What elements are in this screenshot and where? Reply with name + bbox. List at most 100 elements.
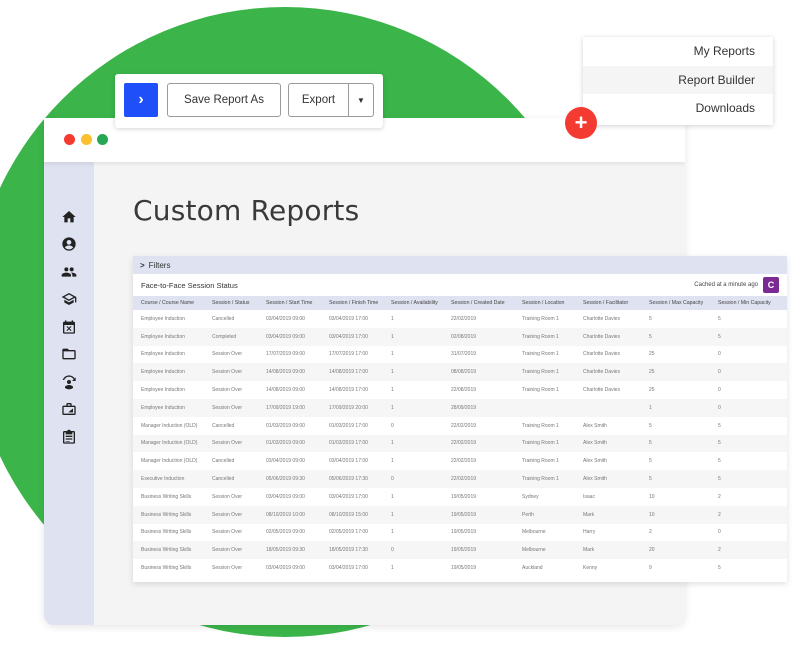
table-cell: Melbourne (514, 541, 575, 560)
table-cell (514, 398, 575, 417)
maximize-window-dot[interactable] (97, 134, 108, 145)
refresh-button[interactable]: C (763, 277, 779, 293)
group-icon[interactable] (61, 264, 77, 280)
menu-item-downloads[interactable]: Downloads (583, 94, 773, 123)
table-cell: 22/02/2019 (451, 458, 477, 465)
table-cell: 2 (649, 529, 652, 536)
table-cell: 19/05/2019 (443, 505, 514, 524)
table-cell: Business Writing Skills (141, 493, 192, 500)
column-header[interactable]: Session / Facilitator (575, 296, 641, 310)
table-row[interactable]: Employee Induction Session Over 14/08/2019… (133, 363, 787, 382)
table-cell: 5 (641, 327, 710, 346)
table-cell: Charlotte Davies (583, 315, 620, 322)
table-row[interactable]: Manager Induction (OLD) Cancelled 03/04/20… (133, 452, 787, 470)
table-row[interactable]: Business Writing Skills Session Over 08/10… (133, 505, 787, 524)
table-cell: Cancelled (204, 470, 258, 488)
table-cell: 1 (391, 315, 394, 322)
table-row[interactable]: Business Writing Skills Session Over 03/04… (133, 488, 787, 506)
report-toolbar: › Save Report As Export ▼ (115, 74, 383, 128)
table-cell: 2 (718, 493, 721, 500)
table-cell: 01/03/2019 17:00 (329, 422, 368, 429)
table-row[interactable]: Executive Induction Cancelled 05/06/2019 0… (133, 470, 787, 488)
menu-item-report-builder[interactable]: Report Builder (583, 65, 773, 94)
table-cell: Session Over (204, 363, 258, 382)
table-cell: 25 (649, 387, 655, 394)
table-cell: Employee Induction (141, 315, 185, 322)
table-cell: 1 (391, 493, 394, 500)
run-report-button[interactable]: › (124, 83, 158, 117)
briefcase-icon[interactable] (61, 401, 77, 417)
table-row[interactable]: Employee Induction Session Over 17/09/2019… (133, 398, 787, 417)
table-cell: Session Over (212, 387, 243, 394)
table-cell: 03/04/2019 17:00 (329, 493, 368, 500)
table-cell (575, 398, 641, 417)
table-row[interactable]: Employee Induction Completed 03/04/2019 09… (133, 327, 787, 346)
table-cell: Mark (575, 505, 641, 524)
table-cell: 01/03/2019 17:00 (321, 434, 383, 453)
table-cell: Completed (204, 327, 258, 346)
table-cell: Session Over (204, 398, 258, 417)
table-cell: 5 (649, 458, 652, 465)
home-icon[interactable] (61, 209, 77, 225)
table-row[interactable]: Business Writing Skills Session Over 02/05… (133, 524, 787, 542)
user-sync-icon[interactable] (61, 374, 77, 390)
table-cell: 2 (710, 505, 787, 524)
folder-icon[interactable] (61, 346, 77, 362)
table-row[interactable]: Employee Induction Cancelled 03/04/2019 09… (133, 310, 787, 328)
minimize-window-dot[interactable] (81, 134, 92, 145)
table-cell: 0 (383, 470, 443, 488)
table-cell: 19/05/2019 (451, 565, 477, 572)
filters-toggle[interactable]: > Filters (133, 256, 787, 274)
table-cell: Mark (575, 541, 641, 560)
column-header[interactable]: Session / Created Date (443, 296, 514, 310)
report-table: Course / Course Name Session / Status Sess… (133, 296, 787, 577)
plus-icon: + (574, 110, 588, 135)
table-row[interactable]: Manager Induction (OLD) Session Over 01/03… (133, 434, 787, 453)
close-window-dot[interactable] (64, 134, 75, 145)
table-cell: 22/02/2019 (443, 470, 514, 488)
table-cell: Training Room 1 (514, 470, 575, 488)
column-header[interactable]: Session / Max Capacity (641, 296, 710, 310)
table-row[interactable]: Business Writing Skills Session Over 03/04… (133, 559, 787, 577)
table-row[interactable]: Manager Induction (OLD) Cancelled 01/03/20… (133, 417, 787, 435)
table-cell: Alex Smith (583, 458, 607, 465)
menu-item-my-reports[interactable]: My Reports (583, 37, 773, 66)
table-cell: 1 (383, 434, 443, 453)
table-cell: 0 (718, 387, 721, 394)
table-cell: 1 (383, 327, 443, 346)
table-cell: 5 (641, 434, 710, 453)
graduation-cap-icon[interactable] (61, 291, 77, 307)
export-button[interactable]: Export (289, 84, 349, 116)
column-header[interactable]: Session / Min Capacity (710, 296, 787, 310)
table-cell: 08/10/2019 10:00 (258, 505, 321, 524)
table-row[interactable]: Business Writing Skills Session Over 18/05… (133, 541, 787, 560)
column-header[interactable]: Course / Course Name (133, 296, 204, 310)
table-cell: Alex Smith (583, 422, 607, 429)
table-cell: Session Over (212, 351, 243, 358)
clipboard-icon[interactable] (61, 429, 77, 445)
column-header[interactable]: Session / Availability (383, 296, 443, 310)
export-dropdown-toggle[interactable]: ▼ (349, 84, 373, 116)
column-header[interactable]: Session / Finish Time (321, 296, 383, 310)
add-button[interactable]: + (565, 107, 597, 139)
column-header[interactable]: Session / Start Time (258, 296, 321, 310)
table-cell: 14/08/2019 17:00 (321, 363, 383, 382)
report-header: Face-to-Face Session Status Cached at a … (133, 274, 787, 296)
table-cell: 02/08/2019 (443, 327, 514, 346)
calendar-x-icon[interactable] (61, 319, 77, 335)
column-header[interactable]: Session / Location (514, 296, 575, 310)
table-cell: Business Writing Skills (133, 541, 204, 560)
table-cell: Manager Induction (OLD) (133, 434, 204, 453)
user-circle-icon[interactable] (61, 236, 77, 252)
table-cell: 5 (710, 327, 787, 346)
table-cell: Business Writing Skills (141, 529, 192, 536)
table-cell: 0 (383, 541, 443, 560)
table-cell: 17/07/2019 17:00 (329, 351, 368, 358)
table-cell: 02/05/2019 17:00 (329, 529, 368, 536)
table-cell: Alex Smith (575, 470, 641, 488)
table-cell: 02/05/2019 09:00 (266, 529, 305, 536)
column-header[interactable]: Session / Status (204, 296, 258, 310)
table-row[interactable]: Employee Induction Session Over 14/08/2019… (133, 381, 787, 399)
table-row[interactable]: Employee Induction Session Over 17/07/2019… (133, 346, 787, 364)
save-report-as-button[interactable]: Save Report As (167, 83, 281, 117)
